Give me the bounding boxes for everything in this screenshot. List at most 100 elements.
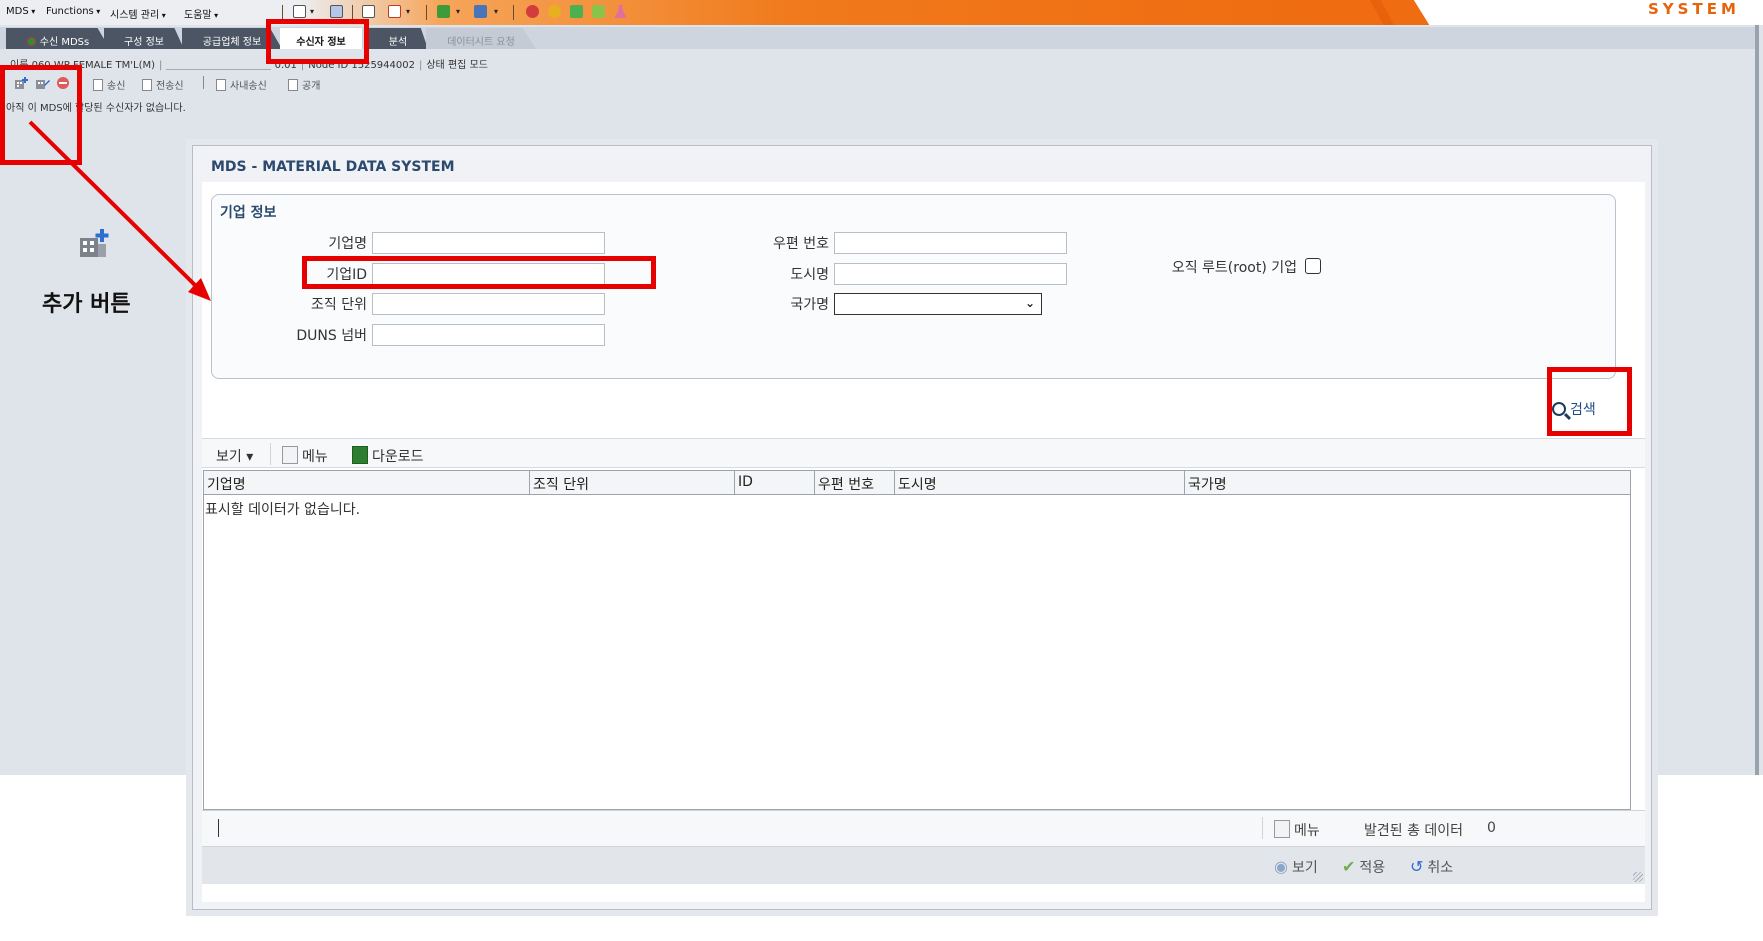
column-postal-code[interactable]: 우편 번호 <box>815 471 895 495</box>
annotation-caption: 추가 버튼 <box>42 292 131 317</box>
excel-icon <box>352 446 368 464</box>
country-label: 국가명 <box>790 297 829 313</box>
menu-mds[interactable]: MDS <box>6 6 35 17</box>
apply-button-label: 적용 <box>1359 860 1386 876</box>
footer-menu-label: 메뉴 <box>1294 823 1320 839</box>
tab-label: 데이터시트 요청 <box>447 37 515 48</box>
column-city[interactable]: 도시명 <box>895 471 1185 495</box>
view-button-label: 보기 <box>1291 860 1318 876</box>
window-edge-scrollbar[interactable] <box>1755 25 1759 775</box>
results-grid: 기업명 조직 단위 ID 우편 번호 도시명 국가명 표시할 데이터가 없습니다… <box>203 470 1631 810</box>
forward-button[interactable]: 전송신 <box>142 77 184 92</box>
menu-label: 메뉴 <box>302 449 328 465</box>
checkmark-icon: ✔ <box>1342 857 1356 876</box>
view-menu-button[interactable]: 보기 ▾ <box>216 446 253 466</box>
download-label: 다운로드 <box>372 449 424 465</box>
menu-help[interactable]: 도움말 <box>184 6 218 21</box>
column-company-name[interactable]: 기업명 <box>204 471 530 495</box>
toolbar-separator <box>1262 817 1263 839</box>
company-name-input[interactable] <box>372 232 605 254</box>
cancel-button[interactable]: ↺ 취소 <box>1410 857 1453 877</box>
tab-label: 수신 MDSs <box>39 37 90 48</box>
org-unit-input[interactable] <box>372 293 605 315</box>
toolbar-separator <box>352 5 353 20</box>
apply-button[interactable]: ✔ 적용 <box>1342 857 1385 877</box>
tab-datasheet-request: 데이터시트 요청 <box>426 28 536 49</box>
view-button[interactable]: ◉ 보기 <box>1274 857 1318 877</box>
publish-label: 공개 <box>302 81 321 92</box>
column-org-unit[interactable]: 조직 단위 <box>530 471 735 495</box>
save-icon[interactable] <box>330 5 343 18</box>
download-icon[interactable] <box>474 5 487 18</box>
toolbar-separator <box>203 76 204 89</box>
menu-document-icon <box>1274 820 1290 838</box>
flask-icon[interactable] <box>614 5 627 18</box>
document-icon <box>216 79 226 91</box>
annotation-highlight-add-button <box>0 65 82 165</box>
cancel-button-label: 취소 <box>1427 860 1454 876</box>
tab-label: 분석 <box>388 37 408 48</box>
chevron-down-icon[interactable]: ▾ <box>406 7 410 16</box>
upload-icon[interactable] <box>437 5 450 18</box>
internal-send-label: 사내송신 <box>230 81 267 92</box>
add-company-icon <box>80 229 109 257</box>
toolbar-separator <box>270 443 271 465</box>
tab-received-mds[interactable]: 수신 MDSs <box>6 28 110 49</box>
total-count-label: 발견된 총 데이터 <box>1364 823 1464 839</box>
menu-system-admin[interactable]: 시스템 관리 <box>110 6 166 21</box>
grid-menu-button[interactable]: 메뉴 <box>282 446 328 466</box>
chevron-down-icon[interactable]: ▾ <box>456 7 460 16</box>
stop-icon[interactable] <box>526 5 539 18</box>
mds-status: 상태 편집 모드 <box>426 60 488 71</box>
export-icon[interactable] <box>388 5 401 18</box>
grid-footer: 메뉴 발견된 총 데이터 0 <box>202 810 1645 846</box>
separator: | <box>159 60 163 71</box>
menu-document-icon <box>282 446 298 464</box>
new-document-icon[interactable] <box>293 5 306 18</box>
brand-logo-text: SYSTEM <box>1648 0 1740 18</box>
chevron-down-icon[interactable]: ▾ <box>310 7 314 16</box>
footer-separator <box>218 819 219 837</box>
duns-input[interactable] <box>372 324 605 346</box>
tab-label: 구성 정보 <box>124 37 164 48</box>
edit-document-icon[interactable] <box>362 5 375 18</box>
tab-composition[interactable]: 구성 정보 <box>104 28 184 49</box>
annotation-highlight-company-id <box>302 256 656 289</box>
footer-menu-button[interactable]: 메뉴 <box>1274 820 1320 840</box>
column-id[interactable]: ID <box>735 471 815 495</box>
internal-send-button[interactable]: 사내송신 <box>216 77 267 92</box>
chevron-down-icon: ⌄ <box>1024 296 1035 310</box>
country-select[interactable]: ⌄ <box>834 293 1042 315</box>
mds-badge-icon <box>26 37 36 46</box>
toolbar-separator <box>282 5 283 20</box>
brand-stripe <box>1370 0 1394 25</box>
org-unit-label: 조직 단위 <box>311 297 367 313</box>
globe-icon[interactable] <box>548 5 561 18</box>
menu-functions[interactable]: Functions <box>46 6 100 17</box>
chevron-down-icon[interactable]: ▾ <box>494 7 498 16</box>
postal-code-input[interactable] <box>834 232 1067 254</box>
total-count-value: 0 <box>1487 820 1496 836</box>
eye-icon: ◉ <box>1274 857 1288 876</box>
duns-label: DUNS 넘버 <box>296 328 367 344</box>
hand-icon[interactable] <box>592 5 605 18</box>
dialog-title: MDS - MATERIAL DATA SYSTEM <box>211 159 455 175</box>
root-only-checkbox[interactable] <box>1305 258 1321 274</box>
send-label: 송신 <box>107 81 126 92</box>
document-icon <box>288 79 298 91</box>
tab-label: 공급업체 정보 <box>202 37 262 48</box>
resize-grip[interactable] <box>1633 872 1643 882</box>
users-icon[interactable] <box>570 5 583 18</box>
publish-button[interactable]: 공개 <box>288 77 320 92</box>
send-button[interactable]: 송신 <box>93 77 125 92</box>
company-name-label: 기업명 <box>328 236 367 252</box>
download-button[interactable]: 다운로드 <box>352 446 424 466</box>
toolbar-separator <box>426 5 427 20</box>
tab-analysis[interactable]: 분석 <box>368 28 428 49</box>
postal-code-label: 우편 번호 <box>773 236 829 252</box>
annotation-highlight-recipient-tab <box>266 19 369 64</box>
city-input[interactable] <box>834 263 1067 285</box>
separator: | <box>418 60 423 71</box>
column-country[interactable]: 국가명 <box>1185 471 1630 495</box>
toolbar-separator <box>513 5 514 20</box>
